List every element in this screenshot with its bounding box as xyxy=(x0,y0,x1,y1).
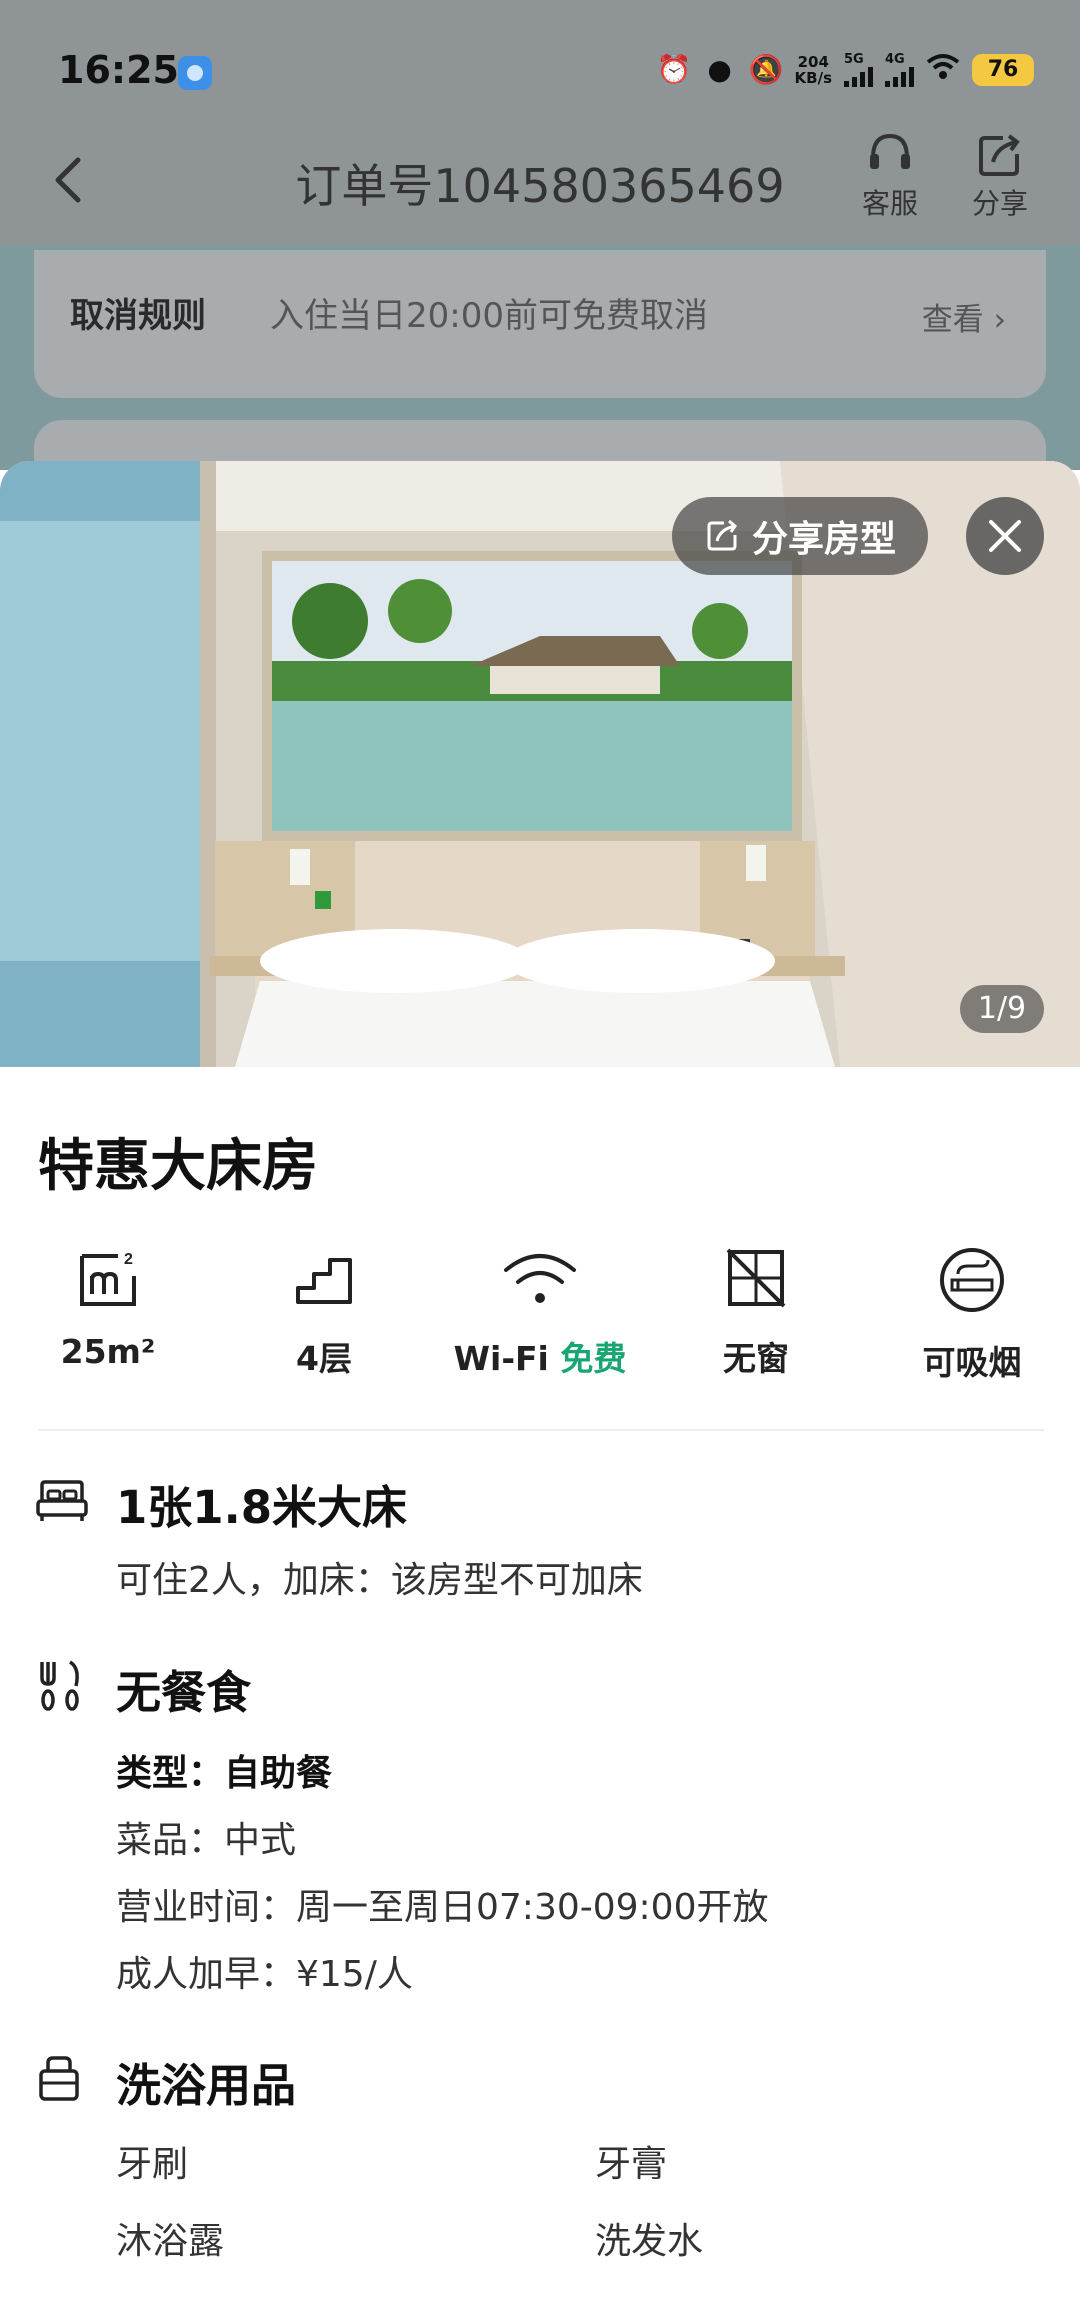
cancel-policy-label: 取消规则 xyxy=(70,296,206,336)
status-bar: 16:25 ⏰ ● 🔕 204 KB/s 5G 4G 76 xyxy=(0,0,1080,120)
room-features: 2 25m² 4层 Wi-Fi 免费 无窗 可吸烟 xyxy=(0,1246,1080,1386)
alarm-icon: ⏰ xyxy=(656,52,692,86)
share-label: 分享 xyxy=(971,187,1028,220)
status-time: 16:25 xyxy=(58,48,179,92)
toiletries-icon xyxy=(39,2056,79,2101)
location-icon: ● xyxy=(707,52,732,86)
cancel-policy-text: 入住当日20:00前可免费取消 xyxy=(270,296,708,336)
close-button[interactable] xyxy=(966,497,1044,575)
toiletry-item: 牙刷 xyxy=(116,2144,189,2185)
feature-smoking-label: 可吸烟 xyxy=(922,1343,1022,1382)
area-icon: 2 xyxy=(80,1251,136,1306)
close-icon xyxy=(989,520,1021,552)
cancel-policy-card[interactable]: 取消规则 入住当日20:00前可免费取消 查看 › xyxy=(34,250,1046,398)
share-room-type-button[interactable]: 分享房型 xyxy=(672,497,928,575)
cancel-policy-view-label: 查看 xyxy=(921,302,984,338)
feature-window: 无窗 xyxy=(666,1246,846,1380)
network-speed-unit: KB/s xyxy=(794,68,832,87)
feature-smoking: 可吸烟 xyxy=(882,1246,1062,1384)
smoking-icon xyxy=(940,1248,1004,1312)
signal-4g-label: 4G xyxy=(885,52,905,67)
meal-hours: 营业时间：周一至周日07:30-09:00开放 xyxy=(116,1887,769,1928)
feature-wifi-label: Wi-Fi 免费 xyxy=(450,1332,630,1380)
toiletry-item: 牙膏 xyxy=(595,2144,668,2185)
background-order-page: 16:25 ⏰ ● 🔕 204 KB/s 5G 4G 76 订单号1045803… xyxy=(0,0,1080,470)
room-detail-sheet: 分享房型 1/9 特惠大床房 2 25m² 4层 Wi-Fi 免费 无窗 可吸烟 xyxy=(0,461,1080,2318)
status-icons: ⏰ ● 🔕 204 KB/s 5G 4G 76 xyxy=(657,52,1034,87)
share-order-button[interactable]: 分享 xyxy=(955,132,1045,222)
bed-title: 1张1.8米大床 xyxy=(116,1481,408,1534)
stairs-icon xyxy=(296,1258,352,1304)
feature-wifi: Wi-Fi 免费 xyxy=(450,1246,630,1380)
bed-detail: 可住2人，加床：该房型不可加床 xyxy=(116,1560,643,1601)
mute-bell-icon: 🔕 xyxy=(748,52,784,86)
feature-floor: 4层 xyxy=(234,1246,414,1380)
share-icon xyxy=(979,134,1020,176)
toiletries-title: 洗浴用品 xyxy=(116,2059,297,2112)
no-window-icon xyxy=(726,1248,786,1308)
app-notification-icon xyxy=(178,56,212,90)
meal-title: 无餐食 xyxy=(116,1666,252,1719)
room-photo-carousel[interactable]: 分享房型 1/9 xyxy=(0,461,1080,1067)
divider xyxy=(38,1429,1044,1431)
headset-icon xyxy=(870,133,910,169)
share-icon xyxy=(707,519,737,551)
toiletry-item: 洗发水 xyxy=(595,2221,704,2262)
bed-icon xyxy=(36,1480,88,1521)
network-speed: 204 KB/s xyxy=(795,54,832,86)
share-room-type-label: 分享房型 xyxy=(751,519,896,560)
feature-window-label: 无窗 xyxy=(723,1339,789,1378)
cutlery-icon xyxy=(40,1660,79,1711)
meal-cuisine: 菜品：中式 xyxy=(116,1820,297,1861)
signal-5g-label: 5G xyxy=(844,52,864,67)
wifi-status-icon xyxy=(926,53,960,87)
svg-text:2: 2 xyxy=(124,1251,133,1268)
feature-wifi-name: Wi-Fi xyxy=(453,1339,549,1378)
feature-area: 2 25m² xyxy=(18,1246,198,1371)
feature-floor-label: 4层 xyxy=(296,1339,352,1378)
meal-adult-breakfast: 成人加早：¥15/人 xyxy=(116,1954,413,1995)
cancel-policy-view-link[interactable]: 查看 › xyxy=(922,294,1006,339)
customer-service-button[interactable]: 客服 xyxy=(845,132,935,222)
toiletry-item: 沐浴露 xyxy=(116,2221,225,2262)
feature-wifi-free: 免费 xyxy=(560,1339,627,1378)
signal-5g-icon: 5G xyxy=(844,52,873,87)
feature-area-label: 25m² xyxy=(60,1332,156,1371)
signal-4g-icon: 4G xyxy=(885,52,914,87)
photo-counter: 1/9 xyxy=(960,985,1044,1033)
meal-type: 类型：自助餐 xyxy=(116,1753,333,1794)
room-type-title: 特惠大床房 xyxy=(38,1134,318,1199)
wifi-icon xyxy=(504,1254,576,1303)
customer-service-label: 客服 xyxy=(861,187,918,220)
battery-indicator: 76 xyxy=(972,53,1034,86)
